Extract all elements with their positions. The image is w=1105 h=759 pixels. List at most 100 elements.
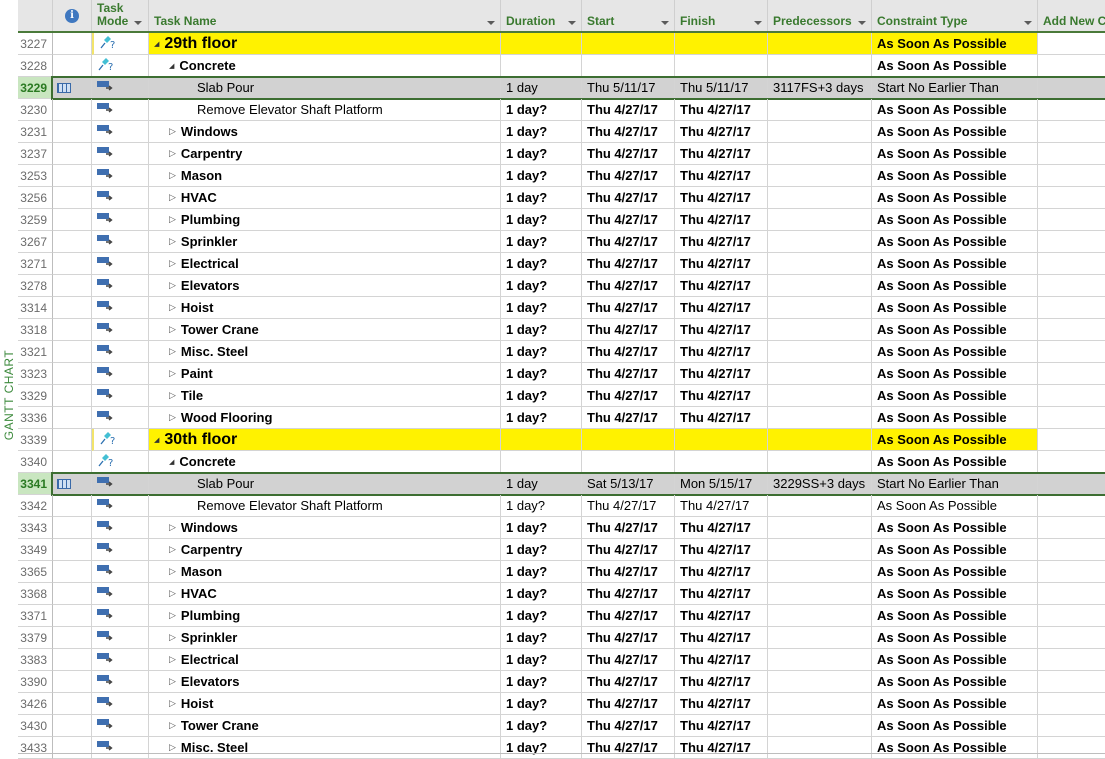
indicator-cell[interactable] [53, 737, 92, 759]
finish-cell[interactable]: Mon 5/15/17 [675, 473, 768, 495]
constraint-cell[interactable]: As Soon As Possible [872, 275, 1038, 297]
task-mode-cell[interactable] [92, 539, 149, 561]
collapse-toggle-icon[interactable]: ◢ [169, 458, 174, 466]
duration-cell[interactable]: 1 day [501, 473, 582, 495]
constraint-cell[interactable]: As Soon As Possible [872, 363, 1038, 385]
task-mode-cell[interactable] [92, 671, 149, 693]
start-cell[interactable]: Thu 4/27/17 [582, 605, 675, 627]
task-name-cell[interactable]: Slab Pour [149, 77, 501, 99]
table-row[interactable]: 3430 ▷ Tower Crane 1 day? Thu 4/27/17 Thu 4/2… [18, 715, 1105, 737]
indicator-cell[interactable] [53, 693, 92, 715]
header-finish[interactable]: Finish [675, 0, 768, 31]
finish-cell[interactable]: Thu 4/27/17 [675, 605, 768, 627]
constraint-cell[interactable]: As Soon As Possible [872, 319, 1038, 341]
duration-cell[interactable]: 1 day? [501, 231, 582, 253]
pred-cell[interactable] [768, 627, 872, 649]
row-id[interactable]: 3329 [18, 385, 53, 407]
add-new-column-cell[interactable] [1038, 363, 1105, 385]
header-add-new-column[interactable]: Add New C [1038, 0, 1105, 31]
start-cell[interactable]: Thu 4/27/17 [582, 561, 675, 583]
start-cell[interactable]: Thu 4/27/17 [582, 583, 675, 605]
table-row[interactable]: 3259 ▷ Plumbing 1 day? Thu 4/27/17 Thu 4/27/1… [18, 209, 1105, 231]
constraint-cell[interactable]: Start No Earlier Than [872, 77, 1038, 99]
task-mode-cell[interactable]: ? [92, 33, 149, 55]
pred-cell[interactable] [768, 341, 872, 363]
task-name-cell[interactable]: ▷ Mason [149, 165, 501, 187]
table-row[interactable]: 3228? ◢ Concrete As Soon As Possible [18, 55, 1105, 77]
indicator-cell[interactable] [53, 55, 92, 77]
table-row[interactable]: 3390 ▷ Elevators 1 day? Thu 4/27/17 Thu 4/27/… [18, 671, 1105, 693]
task-mode-cell[interactable] [92, 517, 149, 539]
row-id[interactable]: 3383 [18, 649, 53, 671]
constraint-cell[interactable]: As Soon As Possible [872, 693, 1038, 715]
finish-cell[interactable]: Thu 4/27/17 [675, 737, 768, 759]
constraint-cell[interactable]: As Soon As Possible [872, 605, 1038, 627]
task-mode-cell[interactable] [92, 605, 149, 627]
indicator-cell[interactable] [53, 275, 92, 297]
table-row[interactable]: 3229 Slab Pour 1 day Thu 5/11/17 Thu 5/11/17… [18, 77, 1105, 99]
indicator-cell[interactable] [53, 561, 92, 583]
collapse-toggle-icon[interactable]: ◢ [154, 40, 159, 48]
task-name-cell[interactable]: ▷ Misc. Steel [149, 737, 501, 759]
header-indicators[interactable]: i [53, 0, 92, 31]
finish-cell[interactable] [675, 451, 768, 473]
filter-arrow-icon[interactable] [754, 21, 762, 25]
start-cell[interactable]: Thu 4/27/17 [582, 187, 675, 209]
row-id[interactable]: 3259 [18, 209, 53, 231]
task-mode-cell[interactable] [92, 495, 149, 517]
row-id[interactable]: 3390 [18, 671, 53, 693]
pred-cell[interactable] [768, 583, 872, 605]
indicator-cell[interactable] [53, 253, 92, 275]
constraint-cell[interactable]: As Soon As Possible [872, 451, 1038, 473]
indicator-cell[interactable] [53, 231, 92, 253]
table-row[interactable]: 3314 ▷ Hoist 1 day? Thu 4/27/17 Thu 4/27/17 As… [18, 297, 1105, 319]
table-row[interactable]: 3339? ◢ 30th floor As Soon As Possible [18, 429, 1105, 451]
duration-cell[interactable]: 1 day? [501, 319, 582, 341]
start-cell[interactable]: Thu 4/27/17 [582, 253, 675, 275]
task-name-cell[interactable]: ▷ Sprinkler [149, 627, 501, 649]
finish-cell[interactable] [675, 55, 768, 77]
start-cell[interactable]: Thu 4/27/17 [582, 363, 675, 385]
indicator-cell[interactable] [53, 319, 92, 341]
duration-cell[interactable]: 1 day? [501, 715, 582, 737]
add-new-column-cell[interactable] [1038, 583, 1105, 605]
expand-toggle-icon[interactable]: ▷ [169, 236, 176, 247]
indicator-cell[interactable] [53, 121, 92, 143]
indicator-cell[interactable] [53, 297, 92, 319]
indicator-cell[interactable] [53, 451, 92, 473]
task-mode-cell[interactable]: ? [92, 429, 149, 451]
finish-cell[interactable]: Thu 4/27/17 [675, 385, 768, 407]
header-constraint-type[interactable]: Constraint Type [872, 0, 1038, 31]
table-row[interactable]: 3368 ▷ HVAC 1 day? Thu 4/27/17 Thu 4/27/17 As … [18, 583, 1105, 605]
constraint-cell[interactable]: As Soon As Possible [872, 671, 1038, 693]
add-new-column-cell[interactable] [1038, 33, 1105, 55]
pred-cell[interactable] [768, 121, 872, 143]
start-cell[interactable]: Thu 4/27/17 [582, 407, 675, 429]
duration-cell[interactable]: 1 day? [501, 539, 582, 561]
finish-cell[interactable]: Thu 4/27/17 [675, 495, 768, 517]
table-row[interactable]: 3341 Slab Pour 1 day Sat 5/13/17 Mon 5/15/17… [18, 473, 1105, 495]
duration-cell[interactable] [501, 33, 582, 55]
constraint-cell[interactable]: As Soon As Possible [872, 187, 1038, 209]
add-new-column-cell[interactable] [1038, 473, 1105, 495]
finish-cell[interactable] [675, 429, 768, 451]
start-cell[interactable]: Thu 4/27/17 [582, 231, 675, 253]
task-name-cell[interactable]: ▷ Windows [149, 121, 501, 143]
duration-cell[interactable]: 1 day? [501, 583, 582, 605]
task-mode-cell[interactable] [92, 649, 149, 671]
constraint-cell[interactable]: As Soon As Possible [872, 561, 1038, 583]
start-cell[interactable]: Thu 4/27/17 [582, 715, 675, 737]
expand-toggle-icon[interactable]: ▷ [169, 412, 176, 423]
constraint-cell[interactable]: As Soon As Possible [872, 407, 1038, 429]
start-cell[interactable]: Thu 4/27/17 [582, 539, 675, 561]
expand-toggle-icon[interactable]: ▷ [169, 126, 176, 137]
duration-cell[interactable]: 1 day? [501, 341, 582, 363]
add-new-column-cell[interactable] [1038, 341, 1105, 363]
task-mode-cell[interactable] [92, 737, 149, 759]
task-name-cell[interactable]: ▷ Elevators [149, 275, 501, 297]
constraint-cell[interactable]: As Soon As Possible [872, 737, 1038, 759]
duration-cell[interactable]: 1 day? [501, 209, 582, 231]
add-new-column-cell[interactable] [1038, 693, 1105, 715]
start-cell[interactable]: Thu 4/27/17 [582, 209, 675, 231]
table-row[interactable]: 3371 ▷ Plumbing 1 day? Thu 4/27/17 Thu 4/27/1… [18, 605, 1105, 627]
